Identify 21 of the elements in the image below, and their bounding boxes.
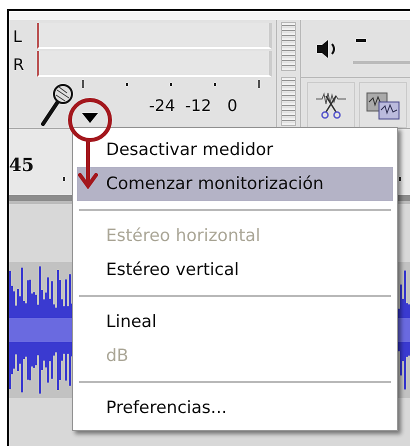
menu-item[interactable]: Estéreo vertical	[77, 253, 393, 287]
volume-slider[interactable]	[353, 39, 410, 64]
menu-item[interactable]: Desactivar medidor	[77, 133, 393, 167]
annotation-arrow	[78, 139, 98, 189]
dropdown-arrow-icon	[82, 113, 98, 123]
ruler-label: 45	[9, 155, 34, 176]
channel-label: L	[12, 26, 23, 46]
annotation-circle	[67, 97, 113, 143]
scissors-waveform-icon	[314, 90, 348, 120]
scale-label: -24	[149, 96, 176, 114]
waveform-pages-icon	[365, 90, 401, 120]
scale-label: 0	[227, 96, 238, 114]
scale-label: -12	[185, 96, 212, 114]
menu-item[interactable]: Lineal	[77, 305, 393, 339]
menu-item[interactable]: Preferencias...	[77, 391, 393, 425]
toolbar-grip[interactable]	[281, 22, 296, 71]
menu-item[interactable]: Comenzar monitorización	[77, 167, 393, 201]
toolbar-grip[interactable]	[281, 77, 296, 126]
trim-tool-button[interactable]	[307, 82, 355, 128]
silence-tool-button[interactable]	[359, 82, 407, 128]
channel-label: R	[12, 54, 26, 74]
